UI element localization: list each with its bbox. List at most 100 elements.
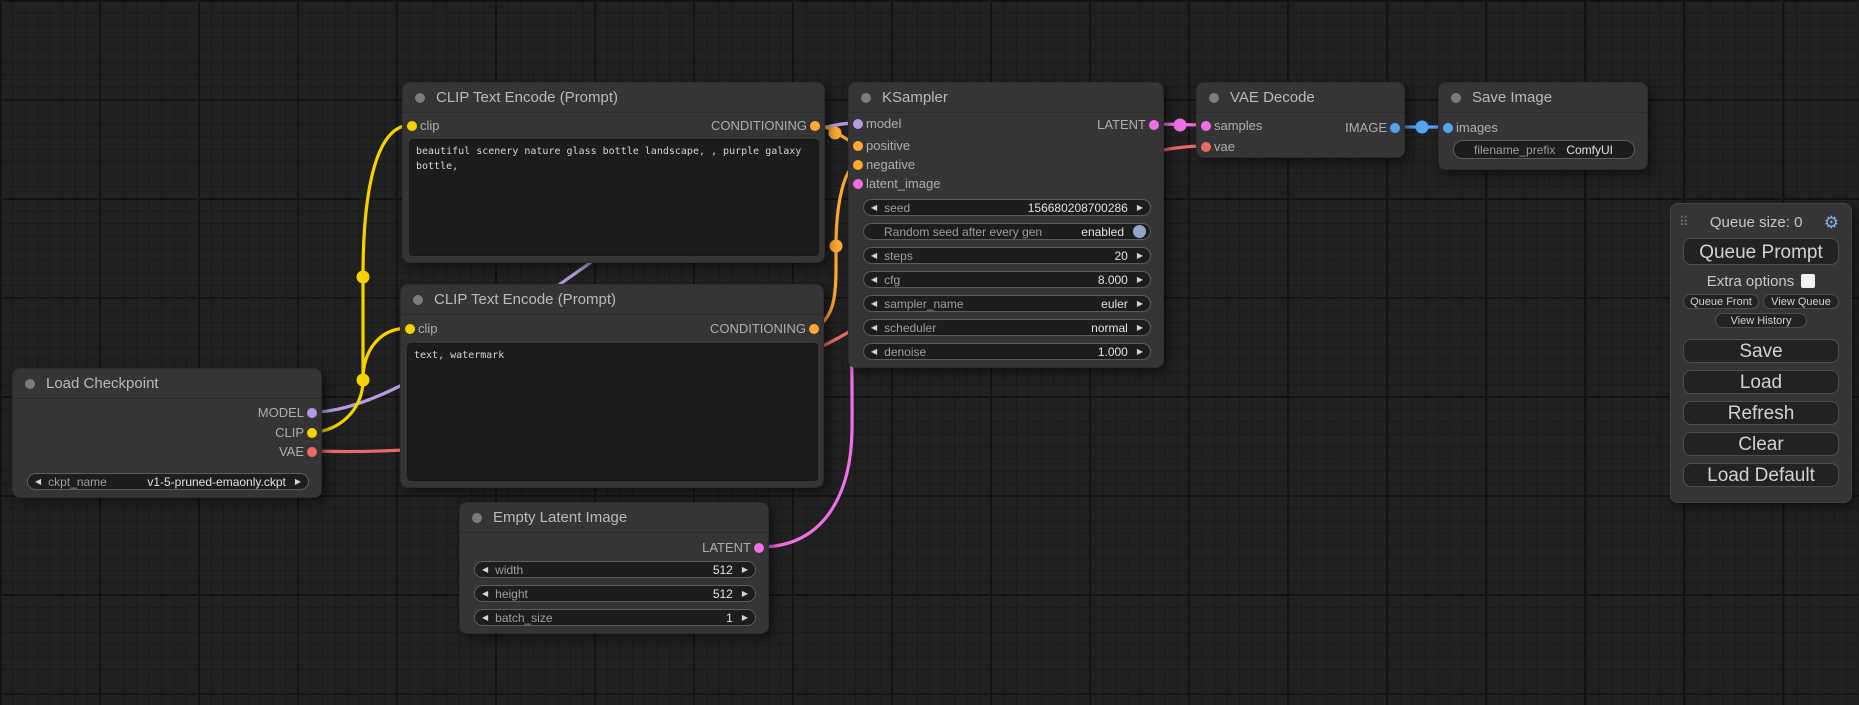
- widget-filename-prefix[interactable]: filename_prefix ComfyUI: [1453, 140, 1635, 159]
- decrement-arrow-icon[interactable]: ◀: [482, 614, 488, 622]
- prompt-textarea[interactable]: text, watermark: [407, 343, 818, 481]
- input-dot-images[interactable]: [1443, 123, 1453, 133]
- input-dot-negative[interactable]: [853, 160, 863, 170]
- increment-arrow-icon[interactable]: ▶: [742, 590, 748, 598]
- collapse-dot-icon[interactable]: [861, 93, 871, 103]
- queue-front-button[interactable]: Queue Front: [1683, 294, 1759, 309]
- node-load-checkpoint[interactable]: Load Checkpoint MODEL CLIP VAE ◀ ckpt_na…: [12, 368, 322, 498]
- increment-arrow-icon[interactable]: ▶: [295, 478, 301, 486]
- output-dot-conditioning[interactable]: [810, 121, 820, 131]
- prompt-textarea[interactable]: beautiful scenery nature glass bottle la…: [409, 139, 819, 256]
- decrement-arrow-icon[interactable]: ◀: [482, 566, 488, 574]
- reroute-dot-negative[interactable]: [830, 240, 843, 253]
- node-titlebar[interactable]: Save Image: [1439, 83, 1647, 113]
- load-default-button[interactable]: Load Default: [1683, 463, 1839, 487]
- output-dot-latent[interactable]: [1149, 120, 1159, 130]
- reroute-dot-positive[interactable]: [829, 127, 842, 140]
- view-queue-button[interactable]: View Queue: [1763, 294, 1839, 309]
- widget-ckpt-name[interactable]: ◀ ckpt_name v1-5-pruned-emaonly.ckpt ▶: [27, 473, 309, 490]
- reroute-dot-image[interactable]: [1416, 121, 1429, 134]
- reroute-dot-latent[interactable]: [1174, 119, 1187, 132]
- widget-sampler-name[interactable]: ◀ sampler_name euler ▶: [863, 295, 1151, 312]
- collapse-dot-icon[interactable]: [413, 295, 423, 305]
- widget-cfg[interactable]: ◀ cfg 8.000 ▶: [863, 271, 1151, 288]
- increment-arrow-icon[interactable]: ▶: [742, 566, 748, 574]
- increment-arrow-icon[interactable]: ▶: [1137, 324, 1143, 332]
- increment-arrow-icon[interactable]: ▶: [1137, 204, 1143, 212]
- decrement-arrow-icon[interactable]: ◀: [871, 204, 877, 212]
- widget-seed[interactable]: ◀ seed 156680208700286 ▶: [863, 199, 1151, 216]
- widget-steps[interactable]: ◀ steps 20 ▶: [863, 247, 1151, 264]
- increment-arrow-icon[interactable]: ▶: [1137, 252, 1143, 260]
- decrement-arrow-icon[interactable]: ◀: [871, 324, 877, 332]
- extra-options-checkbox[interactable]: [1801, 274, 1815, 288]
- widget-random-seed-toggle[interactable]: Random seed after every gen enabled: [863, 223, 1151, 240]
- node-clip-text-encode-negative[interactable]: CLIP Text Encode (Prompt) clip CONDITION…: [400, 284, 824, 488]
- collapse-dot-icon[interactable]: [472, 513, 482, 523]
- collapse-dot-icon[interactable]: [1209, 93, 1219, 103]
- queue-size-label: Queue size: 0: [1689, 214, 1824, 231]
- collapse-dot-icon[interactable]: [1451, 93, 1461, 103]
- widget-height[interactable]: ◀ height 512 ▶: [474, 585, 756, 602]
- input-dot-clip[interactable]: [407, 121, 417, 131]
- load-button[interactable]: Load: [1683, 370, 1839, 394]
- input-label-samples: samples: [1214, 118, 1262, 133]
- output-dot-vae[interactable]: [307, 447, 317, 457]
- input-dot-model[interactable]: [853, 119, 863, 129]
- decrement-arrow-icon[interactable]: ◀: [482, 590, 488, 598]
- toggle-knob-icon[interactable]: [1133, 225, 1146, 238]
- widget-label: denoise: [884, 345, 926, 359]
- output-dot-latent[interactable]: [754, 543, 764, 553]
- widget-value: ComfyUI: [1555, 143, 1613, 157]
- output-dot-conditioning[interactable]: [809, 324, 819, 334]
- widget-value: enabled: [1042, 225, 1124, 239]
- node-save-image[interactable]: Save Image images filename_prefix ComfyU…: [1438, 82, 1648, 170]
- collapse-dot-icon[interactable]: [415, 93, 425, 103]
- node-clip-text-encode-positive[interactable]: CLIP Text Encode (Prompt) clip CONDITION…: [402, 82, 825, 263]
- node-titlebar[interactable]: VAE Decode: [1197, 83, 1404, 113]
- widget-label: steps: [884, 249, 913, 263]
- save-button[interactable]: Save: [1683, 339, 1839, 363]
- node-titlebar[interactable]: KSampler: [849, 83, 1163, 113]
- widget-value: 1: [553, 611, 733, 625]
- widget-width[interactable]: ◀ width 512 ▶: [474, 561, 756, 578]
- node-ksampler[interactable]: KSampler model positive negative latent_…: [848, 82, 1164, 368]
- node-titlebar[interactable]: CLIP Text Encode (Prompt): [403, 83, 824, 113]
- node-titlebar[interactable]: CLIP Text Encode (Prompt): [401, 285, 823, 315]
- output-dot-image[interactable]: [1390, 123, 1400, 133]
- input-dot-vae[interactable]: [1201, 142, 1211, 152]
- input-dot-positive[interactable]: [853, 141, 863, 151]
- refresh-button[interactable]: Refresh: [1683, 401, 1839, 425]
- queue-prompt-button[interactable]: Queue Prompt: [1683, 238, 1839, 265]
- reroute-dot-clip-upper[interactable]: [357, 271, 370, 284]
- decrement-arrow-icon[interactable]: ◀: [871, 348, 877, 356]
- decrement-arrow-icon[interactable]: ◀: [35, 478, 41, 486]
- input-label-images: images: [1456, 120, 1498, 135]
- view-history-button[interactable]: View History: [1715, 313, 1807, 328]
- collapse-dot-icon[interactable]: [25, 379, 35, 389]
- clear-button[interactable]: Clear: [1683, 432, 1839, 456]
- input-dot-samples[interactable]: [1201, 121, 1211, 131]
- input-dot-latent-image[interactable]: [853, 179, 863, 189]
- increment-arrow-icon[interactable]: ▶: [1137, 348, 1143, 356]
- widget-scheduler[interactable]: ◀ scheduler normal ▶: [863, 319, 1151, 336]
- widget-batch-size[interactable]: ◀ batch_size 1 ▶: [474, 609, 756, 626]
- widget-denoise[interactable]: ◀ denoise 1.000 ▶: [863, 343, 1151, 360]
- decrement-arrow-icon[interactable]: ◀: [871, 300, 877, 308]
- node-titlebar[interactable]: Empty Latent Image: [460, 503, 768, 533]
- reroute-dot-clip-lower[interactable]: [357, 374, 370, 387]
- decrement-arrow-icon[interactable]: ◀: [871, 252, 877, 260]
- decrement-arrow-icon[interactable]: ◀: [871, 276, 877, 284]
- node-vae-decode[interactable]: VAE Decode samples vae IMAGE: [1196, 82, 1405, 158]
- drag-handle-icon[interactable]: ⠿: [1679, 214, 1689, 230]
- output-dot-clip[interactable]: [307, 428, 317, 438]
- increment-arrow-icon[interactable]: ▶: [1137, 300, 1143, 308]
- input-label-positive: positive: [866, 138, 910, 153]
- input-dot-clip[interactable]: [405, 324, 415, 334]
- increment-arrow-icon[interactable]: ▶: [742, 614, 748, 622]
- node-empty-latent-image[interactable]: Empty Latent Image LATENT ◀ width 512 ▶ …: [459, 502, 769, 634]
- settings-gear-icon[interactable]: ⚙: [1824, 214, 1839, 231]
- output-dot-model[interactable]: [307, 408, 317, 418]
- node-titlebar[interactable]: Load Checkpoint: [13, 369, 321, 399]
- increment-arrow-icon[interactable]: ▶: [1137, 276, 1143, 284]
